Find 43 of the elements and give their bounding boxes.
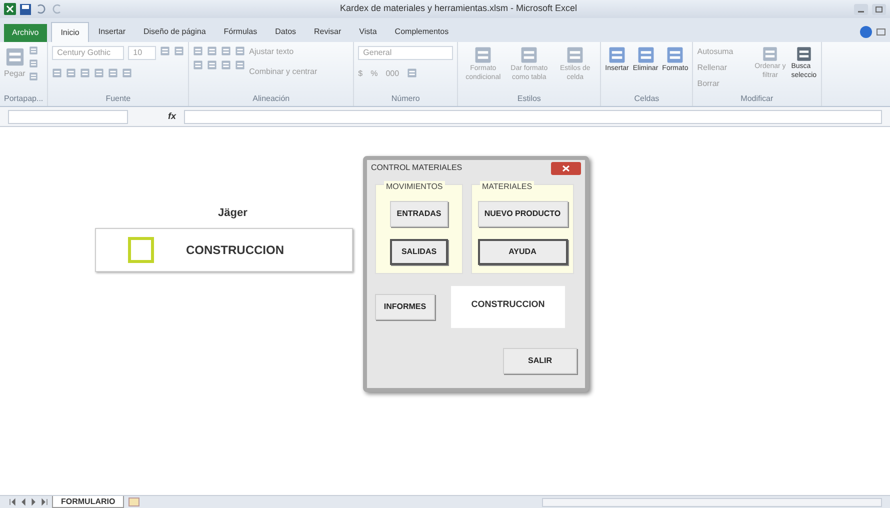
excel-logo-icon[interactable] [4,3,16,15]
new-sheet-icon[interactable] [128,497,140,507]
ribbon-minimize-icon[interactable] [876,28,886,36]
insert-function-button[interactable]: fx [168,110,176,124]
group-label: Alineación [252,94,291,105]
form-button[interactable]: SALIDAS [390,239,448,265]
ribbon-tab[interactable]: Datos [266,22,306,42]
ribbon-tab[interactable]: Fórmulas [214,22,266,42]
sheet-label: Jäger [218,206,248,221]
horizontal-scrollbar[interactable] [542,498,882,506]
formula-input[interactable] [184,110,882,124]
group-label: Fuente [104,94,132,105]
name-box[interactable] [8,110,128,124]
ribbon-tab[interactable]: Insertar [89,22,134,42]
maximize-icon[interactable] [872,4,886,14]
save-icon[interactable] [20,4,31,14]
close-icon[interactable] [551,162,581,174]
form-button[interactable]: SALIR [503,348,577,374]
form-button[interactable]: INFORMES [375,294,435,320]
form-button[interactable]: AYUDA [478,239,568,265]
dialog-title: CONTROL MATERIALES [371,162,462,174]
sheet-tab[interactable]: FORMULARIO [52,496,124,508]
card-text: CONSTRUCCION [186,242,284,259]
group-label: Portapap... [4,94,44,105]
ribbon-tab[interactable]: Diseño de página [134,22,215,42]
form-button[interactable]: ENTRADAS [390,201,448,227]
ribbon-tab[interactable]: Revisar [305,22,350,42]
window-title: Kardex de materiales y herramientas.xlsm - Microsoft Excel [338,2,578,16]
ribbon-tab[interactable]: Vista [350,22,386,42]
group-label: Celdas [633,94,660,105]
sheet-navigation-icon[interactable] [8,498,48,506]
file-tab[interactable]: Archivo [4,24,47,42]
ribbon-tab[interactable]: Inicio [50,22,90,42]
group-label: Número [390,94,421,105]
undo-icon[interactable] [35,4,47,14]
construccion-label: CONSTRUCCION [451,286,565,328]
ribbon-tab[interactable]: Complementos [386,22,458,42]
group-label: Estilos [516,94,542,105]
redo-icon[interactable] [51,4,63,14]
square-icon [128,237,154,263]
group-label: Modificar [740,94,774,105]
minimize-icon[interactable] [854,4,868,14]
form-button[interactable]: NUEVO PRODUCTO [478,201,568,227]
